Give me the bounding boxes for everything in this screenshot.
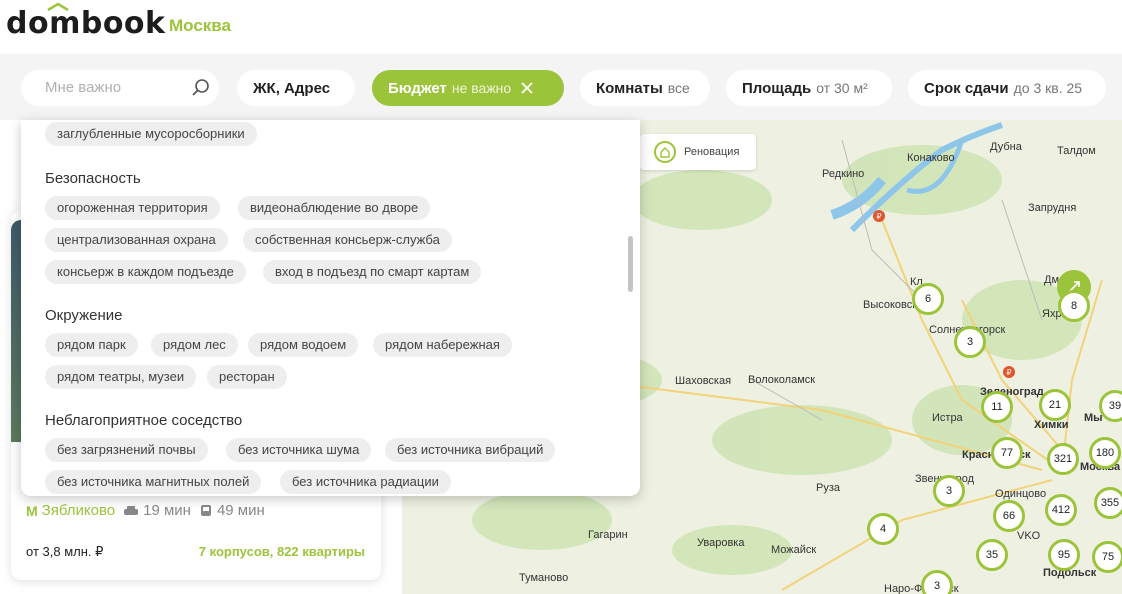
- map-label: Конаково: [907, 152, 955, 164]
- map-label: VKO: [1017, 530, 1041, 542]
- map-label: Уваровка: [697, 537, 745, 549]
- map-cluster[interactable]: 4: [867, 513, 899, 545]
- close-icon[interactable]: [521, 82, 533, 94]
- map-label: Туманово: [519, 572, 569, 584]
- drive-time: 49 мин: [199, 502, 265, 519]
- map-cluster[interactable]: 412: [1045, 494, 1077, 526]
- house-icon: [654, 141, 676, 163]
- price: от 3,8 млн. ₽: [26, 544, 104, 559]
- budget-filter[interactable]: Бюджет не важно: [372, 70, 564, 106]
- map-label: Шаховская: [675, 375, 732, 387]
- map-cluster[interactable]: 35: [976, 539, 1008, 571]
- preferences-dropdown[interactable]: заглубленные мусоросборники Безопасность…: [21, 120, 640, 496]
- map-cluster[interactable]: 3: [921, 570, 953, 594]
- tag[interactable]: видеонаблюдение во дворе: [238, 196, 431, 220]
- map-cluster[interactable]: 66: [993, 500, 1025, 532]
- map-cluster[interactable]: 95: [1048, 539, 1080, 571]
- tag[interactable]: ресторан: [207, 365, 287, 389]
- map-label: Мы: [1084, 412, 1103, 424]
- car-icon: [124, 505, 139, 515]
- deadline-filter-value: до 3 кв. 25: [1013, 80, 1083, 96]
- scrollbar[interactable]: [628, 236, 633, 292]
- walk-time-value: 19 мин: [143, 502, 191, 519]
- tag[interactable]: без загрязнений почвы: [45, 438, 208, 462]
- search-box[interactable]: [21, 70, 219, 106]
- budget-filter-label: Бюджет: [388, 79, 447, 97]
- tag[interactable]: рядом лес: [151, 333, 238, 357]
- map-cluster[interactable]: 11: [981, 391, 1013, 423]
- map-cluster[interactable]: 6: [912, 283, 944, 315]
- renovation-toggle[interactable]: Реновация: [640, 134, 756, 170]
- deadline-filter[interactable]: Срок сдачи до 3 кв. 25: [908, 70, 1106, 106]
- tag[interactable]: вход в подъезд по смарт картам: [263, 260, 482, 284]
- tag[interactable]: консьерж в каждом подъезде: [45, 260, 246, 284]
- buildings-count[interactable]: 7 корпусов, 822 квартиры: [199, 544, 365, 559]
- rooms-filter[interactable]: Комнаты все: [580, 70, 710, 106]
- map-cluster[interactable]: 355: [1094, 487, 1122, 519]
- budget-filter-value: не важно: [451, 80, 512, 96]
- map-label: Талдом: [1057, 145, 1096, 157]
- address-filter-label: ЖК, Адрес: [253, 79, 331, 97]
- map-cluster[interactable]: 21: [1039, 389, 1071, 421]
- map-cluster[interactable]: 77: [991, 437, 1023, 469]
- map-label: Химки: [1034, 419, 1069, 431]
- search-icon[interactable]: [191, 78, 211, 98]
- deadline-filter-label: Срок сдачи: [924, 79, 1009, 97]
- map-label: Запрудня: [1028, 202, 1077, 214]
- tag[interactable]: рядом парк: [45, 333, 138, 357]
- tag[interactable]: без источника радиации: [280, 470, 451, 494]
- map-cluster[interactable]: 3: [954, 326, 986, 358]
- map-label: Редкино: [822, 168, 865, 180]
- map-label: Истра: [932, 412, 963, 424]
- metro-icon: M: [26, 502, 38, 519]
- tag-garbage[interactable]: заглубленные мусоросборники: [45, 122, 257, 146]
- area-filter-label: Площадь: [742, 79, 812, 97]
- renovation-label: Реновация: [684, 146, 740, 158]
- tag[interactable]: собственная консьерж-служба: [243, 228, 452, 252]
- bus-icon: [200, 504, 211, 516]
- section-title-neighborhood: Неблагоприятное соседство: [45, 412, 243, 429]
- walk-time: 19 мин: [123, 502, 191, 519]
- tag[interactable]: без источника магнитных полей: [45, 470, 262, 494]
- drive-time-value: 49 мин: [216, 502, 265, 519]
- logo[interactable]: dombook: [6, 6, 166, 41]
- ruble-marker-icon[interactable]: ₽: [873, 210, 885, 222]
- section-title-security: Безопасность: [45, 170, 141, 187]
- map-cluster[interactable]: 3: [933, 475, 965, 507]
- tag[interactable]: рядом театры, музеи: [45, 365, 197, 389]
- header: dombook Москва: [0, 0, 1122, 52]
- map-label: Руза: [816, 482, 840, 494]
- search-input[interactable]: [43, 78, 187, 97]
- section-title-surroundings: Окружение: [45, 307, 123, 324]
- tag[interactable]: рядом набережная: [373, 333, 512, 357]
- map-label: Одинцово: [995, 488, 1047, 500]
- rooms-filter-label: Комнаты: [596, 79, 663, 97]
- ruble-marker-icon[interactable]: ₽: [1003, 366, 1015, 378]
- map-label: Гагарин: [588, 529, 628, 541]
- map-label: Высоковск: [863, 299, 918, 311]
- tag[interactable]: огороженная территория: [45, 196, 220, 220]
- map-label: Можайск: [771, 544, 817, 556]
- filter-bar: ЖК, Адрес Бюджет не важно Комнаты все Пл…: [0, 54, 1122, 120]
- metro-info: M Зябликово 19 мин 49 мин: [26, 502, 265, 519]
- map-label: Дубна: [990, 141, 1022, 153]
- area-filter-value: от 30 м²: [816, 80, 868, 96]
- city-selector[interactable]: Москва: [169, 16, 231, 36]
- map-label: Волоколамск: [748, 374, 816, 386]
- address-filter[interactable]: ЖК, Адрес: [237, 70, 355, 106]
- map-cluster[interactable]: 321: [1047, 443, 1079, 475]
- rooms-filter-value: все: [667, 80, 690, 96]
- metro-station: Зябликово: [41, 502, 116, 519]
- map-cluster[interactable]: 8: [1058, 290, 1090, 322]
- tag[interactable]: без источника шума: [226, 438, 372, 462]
- map-cluster[interactable]: 180: [1089, 437, 1121, 469]
- map-cluster[interactable]: 75: [1092, 541, 1122, 573]
- area-filter[interactable]: Площадь от 30 м²: [726, 70, 892, 106]
- tag[interactable]: без источника вибраций: [385, 438, 556, 462]
- tag[interactable]: рядом водоем: [248, 333, 359, 357]
- tag[interactable]: централизованная охрана: [45, 228, 228, 252]
